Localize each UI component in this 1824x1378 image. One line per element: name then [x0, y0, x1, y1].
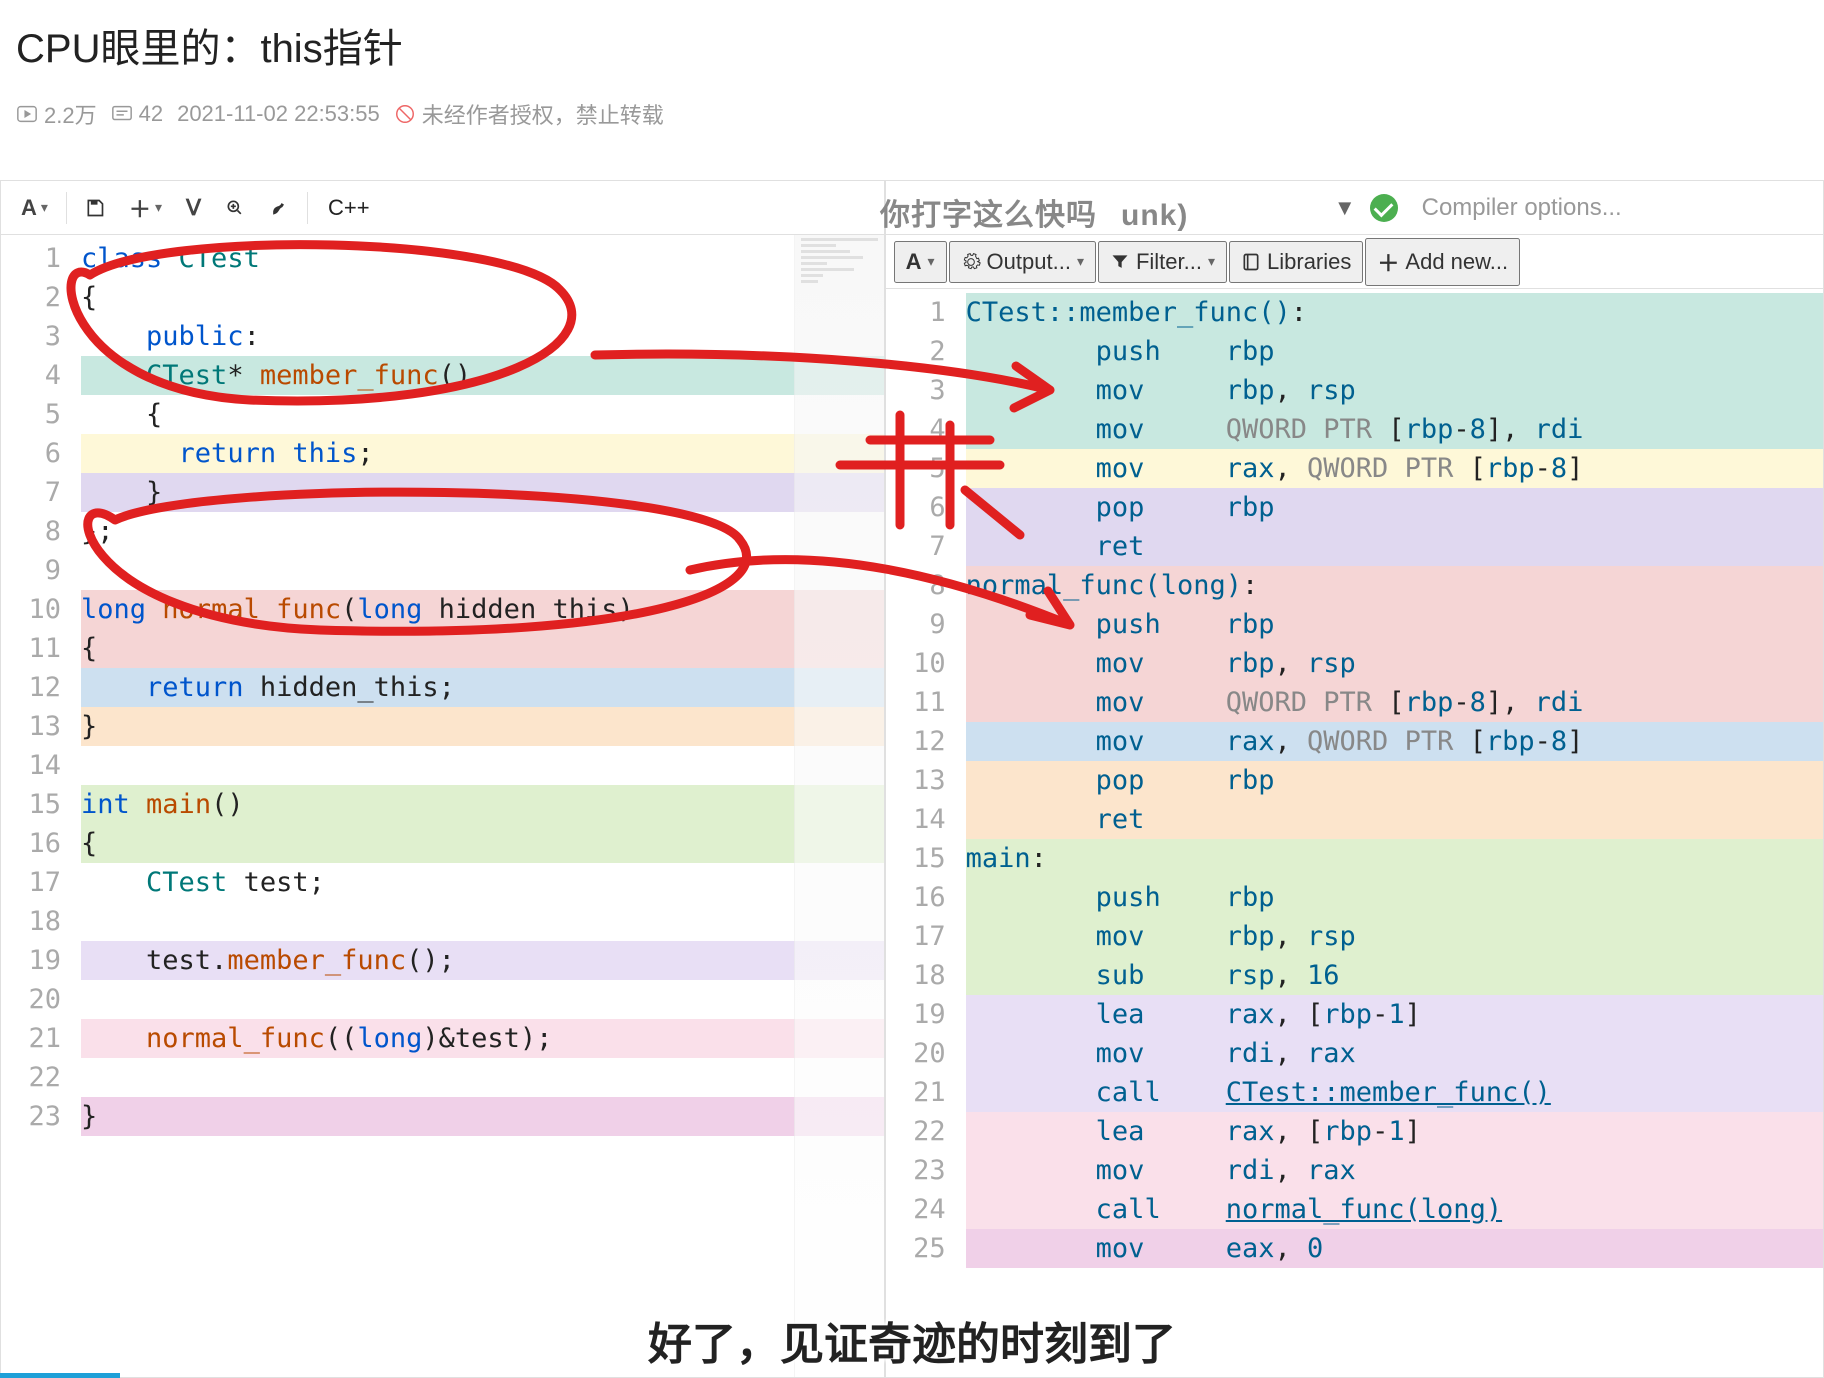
zoom-in-button[interactable]	[215, 192, 255, 224]
asm-toolbar: A▾ Output...▾ Filter...▾ Libraries ＋Add …	[886, 235, 1823, 289]
filter-icon	[1110, 252, 1130, 272]
compile-ok-icon	[1370, 194, 1398, 222]
asm-lines[interactable]: CTest::member_func(): push rbp mov rbp, …	[958, 289, 1823, 1377]
compiler-explorer: A▾ ＋▾ Ⅴ C++ 1234567891011121314151617181…	[0, 180, 1824, 1378]
add-new-button[interactable]: ＋Add new...	[1365, 238, 1520, 286]
upload-timestamp: 2021-11-02 22:53:55	[177, 101, 380, 127]
no-repost-badge: 未经作者授权，禁止转载	[394, 98, 664, 130]
asm-pane: ▼ Compiler options... A▾ Output...▾ Filt…	[885, 180, 1824, 1378]
asm-gutter: 1234567891011121314151617181920212223242…	[886, 289, 958, 1377]
gear-icon	[961, 252, 981, 272]
video-progress-bar[interactable]	[0, 1373, 120, 1378]
language-select[interactable]: C++	[316, 195, 476, 221]
video-subtitle: 好了，见证奇迹的时刻到了	[0, 1308, 1824, 1372]
source-editor[interactable]: 1234567891011121314151617181920212223 cl…	[1, 235, 884, 1377]
add-button[interactable]: ＋▾	[119, 186, 172, 230]
comment-count: 42	[111, 101, 163, 127]
minimap[interactable]	[794, 235, 884, 1377]
danmaku-overlay: 你打字这么快吗unk)	[880, 190, 1188, 234]
page-title: CPU眼里的：this指针	[16, 16, 1808, 74]
play-icon	[16, 103, 38, 125]
font-size-button[interactable]: A▾	[11, 189, 58, 227]
forbidden-icon	[394, 103, 416, 125]
filter-button[interactable]: Filter...▾	[1098, 241, 1227, 283]
view-count: 2.2万	[16, 98, 97, 130]
video-meta: 2.2万 42 2021-11-02 22:53:55 未经作者授权，禁止转载	[16, 98, 1808, 130]
video-header: CPU眼里的：this指针 2.2万 42 2021-11-02 22:53:5…	[0, 0, 1824, 138]
run-button[interactable]	[259, 192, 299, 224]
libraries-button[interactable]: Libraries	[1229, 241, 1363, 283]
output-button[interactable]: Output...▾	[949, 241, 1096, 283]
compiler-options-input[interactable]: Compiler options...	[1412, 194, 1813, 222]
comment-icon	[111, 103, 133, 125]
book-icon	[1241, 252, 1261, 272]
source-toolbar: A▾ ＋▾ Ⅴ C++	[1, 181, 884, 235]
source-lines[interactable]: class CTest{ public: CTest* member_func(…	[73, 235, 884, 1377]
source-pane: A▾ ＋▾ Ⅴ C++ 1234567891011121314151617181…	[0, 180, 885, 1378]
save-button[interactable]	[75, 192, 115, 224]
compiler-dropdown-icon[interactable]: ▼	[1334, 195, 1356, 221]
font-size-button[interactable]: A▾	[894, 241, 947, 283]
vim-button[interactable]: Ⅴ	[176, 189, 211, 227]
source-gutter: 1234567891011121314151617181920212223	[1, 235, 73, 1377]
asm-editor[interactable]: 1234567891011121314151617181920212223242…	[886, 289, 1823, 1377]
